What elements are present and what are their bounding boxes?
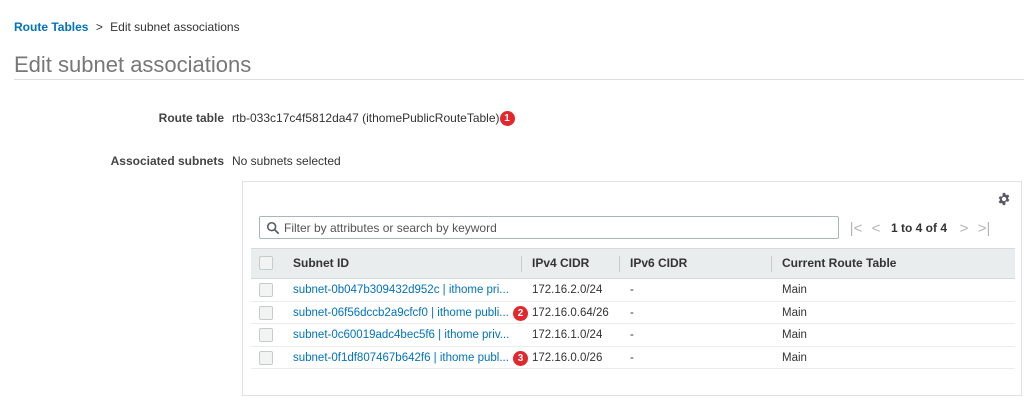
table-row[interactable]: subnet-0f1df807467b642f6 | ithome publ..… bbox=[251, 347, 1015, 369]
column-header-ipv4-label: IPv4 CIDR bbox=[532, 256, 590, 270]
route-table-cell: Main bbox=[782, 284, 807, 296]
subnet-id-link[interactable]: subnet-06f56dccb2a9cfcf0 | ithome publi.… bbox=[293, 302, 519, 324]
subnet-table-panel: |< < 1 to 4 of 4 > >| Subnet ID IPv4 CID… bbox=[242, 181, 1022, 396]
ipv6-cidr-cell: - bbox=[630, 284, 634, 296]
filter-search-input[interactable] bbox=[284, 219, 834, 236]
subnet-id-link[interactable]: subnet-0f1df807467b642f6 | ithome publ..… bbox=[293, 347, 519, 369]
pagination-range: 1 to 4 of 4 bbox=[891, 221, 948, 235]
column-divider bbox=[619, 256, 620, 272]
row-checkbox[interactable] bbox=[259, 350, 273, 365]
previous-page-icon[interactable]: < bbox=[869, 220, 883, 237]
ipv4-cidr-cell: 172.16.2.0/24 bbox=[532, 284, 603, 296]
pagination: |< < 1 to 4 of 4 > >| bbox=[849, 218, 991, 238]
filter-search-box bbox=[259, 216, 839, 239]
row-checkbox[interactable] bbox=[259, 328, 273, 342]
column-header-ipv4-cidr[interactable]: IPv4 CIDR bbox=[532, 249, 589, 278]
column-header-route-table-label: Current Route Table bbox=[782, 256, 897, 270]
row-checkbox[interactable] bbox=[259, 283, 273, 297]
first-page-icon[interactable]: |< bbox=[849, 220, 863, 237]
column-header-current-route-table[interactable]: Current Route Table bbox=[782, 249, 896, 278]
next-page-icon[interactable]: > bbox=[957, 220, 971, 237]
ipv6-cidr-cell: - bbox=[630, 306, 634, 319]
ipv6-cidr-cell: - bbox=[630, 351, 634, 364]
column-divider bbox=[771, 256, 772, 272]
column-header-ipv6-cidr[interactable]: IPv6 CIDR bbox=[630, 249, 687, 278]
associated-subnets-label: Associated subnets bbox=[110, 154, 224, 168]
title-divider bbox=[14, 79, 1024, 80]
page-title: Edit subnet associations bbox=[14, 52, 252, 77]
column-header-subnet-id-label: Subnet ID bbox=[293, 256, 349, 270]
table-row[interactable]: subnet-0b047b309432d952c | ithome pri...… bbox=[251, 279, 1015, 302]
route-table-label: Route table bbox=[158, 111, 224, 125]
subnet-table: Subnet ID IPv4 CIDR IPv6 CIDR Current Ro… bbox=[251, 248, 1015, 369]
ipv4-cidr-cell: 172.16.1.0/24 bbox=[532, 329, 603, 341]
annotation-badge-3: 3 bbox=[513, 350, 528, 366]
ipv4-cidr-cell: 172.16.0.64/26 bbox=[532, 306, 609, 319]
column-header-ipv6-label: IPv6 CIDR bbox=[630, 256, 688, 270]
breadcrumb-current: Edit subnet associations bbox=[110, 20, 240, 34]
row-checkbox[interactable] bbox=[259, 305, 273, 320]
breadcrumb-separator: > bbox=[95, 20, 103, 34]
associated-subnets-value: No subnets selected bbox=[232, 154, 341, 168]
table-header: Subnet ID IPv4 CIDR IPv6 CIDR Current Ro… bbox=[251, 248, 1015, 279]
ipv6-cidr-cell: - bbox=[630, 329, 634, 341]
breadcrumb: Route Tables > Edit subnet associations bbox=[14, 20, 240, 34]
route-table-value: rtb-033c17c4f5812da47 (ithomePublicRoute… bbox=[232, 111, 515, 127]
route-table-cell: Main bbox=[782, 351, 807, 364]
last-page-icon[interactable]: >| bbox=[977, 220, 991, 237]
route-table-id: rtb-033c17c4f5812da47 (ithomePublicRoute… bbox=[232, 111, 500, 125]
subnet-id-link[interactable]: subnet-0b047b309432d952c | ithome pri... bbox=[293, 279, 519, 301]
table-row[interactable]: subnet-0c60019adc4bec5f6 | ithome priv..… bbox=[251, 324, 1015, 347]
breadcrumb-route-tables-link[interactable]: Route Tables bbox=[14, 20, 88, 34]
subnet-id-link[interactable]: subnet-0c60019adc4bec5f6 | ithome priv..… bbox=[293, 324, 519, 346]
select-all-checkbox[interactable] bbox=[259, 256, 273, 270]
column-divider bbox=[521, 256, 522, 272]
column-header-subnet-id[interactable]: Subnet ID bbox=[293, 249, 349, 278]
annotation-badge-2: 2 bbox=[513, 305, 528, 321]
table-row[interactable]: subnet-06f56dccb2a9cfcf0 | ithome publi.… bbox=[251, 302, 1015, 324]
route-table-cell: Main bbox=[782, 306, 807, 319]
gear-icon[interactable] bbox=[997, 192, 1011, 206]
search-icon bbox=[266, 221, 280, 235]
route-table-cell: Main bbox=[782, 329, 807, 341]
annotation-badge-1: 1 bbox=[499, 111, 515, 127]
ipv4-cidr-cell: 172.16.0.0/26 bbox=[532, 351, 603, 364]
